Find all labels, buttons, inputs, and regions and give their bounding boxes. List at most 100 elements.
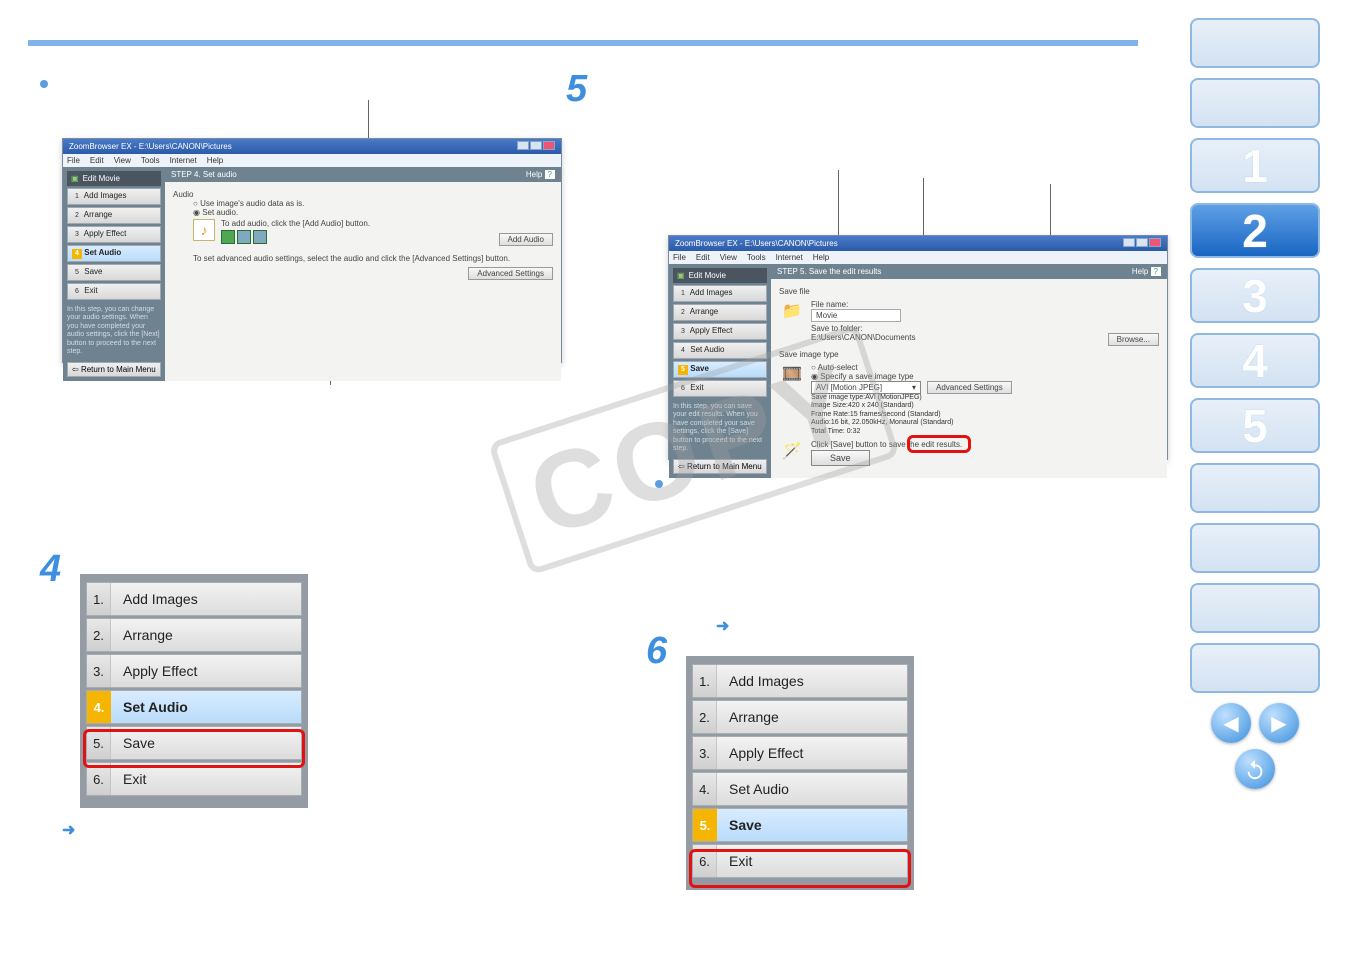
- sm6-exit[interactable]: 6.Exit: [692, 844, 908, 878]
- menu-file[interactable]: File: [67, 156, 80, 165]
- nav-blank-3[interactable]: [1190, 463, 1320, 513]
- sm4-arrange[interactable]: 2.Arrange: [86, 618, 302, 652]
- sm4-save[interactable]: 5.Save: [86, 726, 302, 760]
- save-advanced-button[interactable]: Advanced Settings: [927, 381, 1012, 394]
- win1-sidebar: ▣Edit Movie 1 Add Images 2 Arrange 3 App…: [63, 167, 165, 381]
- menu2-file[interactable]: File: [673, 253, 686, 262]
- nav-blank-2[interactable]: [1190, 78, 1320, 128]
- browse-button[interactable]: Browse...: [1108, 333, 1159, 346]
- nav-blank-5[interactable]: [1190, 583, 1320, 633]
- win1-menubar: File Edit View Tools Internet Help: [63, 154, 561, 167]
- sm4-apply-effect[interactable]: 3.Apply Effect: [86, 654, 302, 688]
- menu-help[interactable]: Help: [207, 156, 223, 165]
- win2-menubar: File Edit View Tools Internet Help: [669, 251, 1167, 264]
- radio-set-audio[interactable]: ◉ Set audio.: [193, 208, 553, 217]
- bullet-2: [655, 480, 663, 488]
- music-note-icon: ♪: [193, 219, 215, 241]
- filename-label: File name:: [811, 300, 848, 309]
- w2-step-1[interactable]: 1 Add Images: [673, 285, 767, 302]
- menu2-edit[interactable]: Edit: [696, 253, 710, 262]
- menu2-help[interactable]: Help: [813, 253, 829, 262]
- arrow-step5: ➜: [716, 616, 729, 636]
- add-audio-note: To add audio, click the [Add Audio] butt…: [221, 219, 493, 228]
- sm6-set-audio[interactable]: 4.Set Audio: [692, 772, 908, 806]
- win2-title: ZoomBrowser EX - E:\Users\CANON\Pictures: [675, 239, 838, 248]
- step-number-6: 6: [646, 630, 667, 673]
- folder-icon: 📁: [779, 300, 805, 322]
- menu-tools[interactable]: Tools: [141, 156, 160, 165]
- w1-step-3[interactable]: 3 Apply Effect: [67, 226, 161, 243]
- save-button[interactable]: Save: [811, 450, 870, 466]
- menu2-view[interactable]: View: [720, 253, 737, 262]
- filename-input[interactable]: Movie: [811, 309, 901, 322]
- film-icon: 🎞️: [779, 363, 805, 385]
- win1-content: STEP 4. Set audioHelp ? Audio ○ Use imag…: [165, 167, 561, 381]
- save-type-dropdown[interactable]: AVI [Motion JPEG]▾: [811, 381, 921, 394]
- right-nav: 1 2 3 4 5 ◀ ▶: [1190, 18, 1320, 789]
- nav-blank-6[interactable]: [1190, 643, 1320, 693]
- sm6-arrange[interactable]: 2.Arrange: [692, 700, 908, 734]
- menu2-internet[interactable]: Internet: [776, 253, 803, 262]
- w1-return[interactable]: ⇦ Return to Main Menu: [67, 362, 161, 377]
- menu2-tools[interactable]: Tools: [747, 253, 766, 262]
- w2-return[interactable]: ⇦ Return to Main Menu: [673, 459, 767, 474]
- back-button[interactable]: [1235, 749, 1275, 789]
- w2-step-6[interactable]: 6 Exit: [673, 380, 767, 397]
- radio-keep-audio[interactable]: ○ Use image's audio data as is.: [193, 199, 553, 208]
- radio-specify[interactable]: ◉ Specify a save image type: [811, 372, 1159, 381]
- w2-step-5[interactable]: 5 Save: [673, 361, 767, 378]
- sm4-add-images[interactable]: 1.Add Images: [86, 582, 302, 616]
- win2-side-header: ▣Edit Movie: [673, 268, 767, 283]
- w1-side-text: In this step, you can change your audio …: [67, 306, 161, 356]
- sm4-exit[interactable]: 6.Exit: [86, 762, 302, 796]
- win1-side-header: ▣Edit Movie: [67, 171, 161, 186]
- w1-step-5[interactable]: 5 Save: [67, 264, 161, 281]
- w2-step-2[interactable]: 2 Arrange: [673, 304, 767, 321]
- w1-step-1[interactable]: 1 Add Images: [67, 188, 161, 205]
- prev-page-button[interactable]: ◀: [1211, 703, 1251, 743]
- nav-chapter-1[interactable]: 1: [1190, 138, 1320, 193]
- w2-step-3[interactable]: 3 Apply Effect: [673, 323, 767, 340]
- audio-stop-icon[interactable]: [237, 230, 251, 244]
- sm6-add-images[interactable]: 1.Add Images: [692, 664, 908, 698]
- save-type-section: Save image type: [779, 350, 1159, 359]
- audio-play-icon[interactable]: [221, 230, 235, 244]
- step-number-4: 4: [40, 548, 61, 591]
- screenshot-set-audio: ZoomBrowser EX - E:\Users\CANON\Pictures…: [62, 138, 562, 363]
- next-page-button[interactable]: ▶: [1259, 703, 1299, 743]
- step-number-5: 5: [566, 68, 587, 111]
- nav-chapter-3[interactable]: 3: [1190, 268, 1320, 323]
- w1-step-6[interactable]: 6 Exit: [67, 283, 161, 300]
- audio-pause-icon[interactable]: [253, 230, 267, 244]
- menu-internet[interactable]: Internet: [170, 156, 197, 165]
- win1-title: ZoomBrowser EX - E:\Users\CANON\Pictures: [69, 142, 232, 151]
- save-info: Save image type:AVI (MotionJPEG) Image S…: [811, 394, 1159, 436]
- bullet-1: [40, 80, 48, 88]
- sm6-save[interactable]: 5.Save: [692, 808, 908, 842]
- sm6-apply-effect[interactable]: 3.Apply Effect: [692, 736, 908, 770]
- w2-step-4[interactable]: 4 Set Audio: [673, 342, 767, 359]
- menu-view[interactable]: View: [114, 156, 131, 165]
- top-rule: [28, 40, 1138, 46]
- nav-chapter-5[interactable]: 5: [1190, 398, 1320, 453]
- step6-menu: 1.Add Images 2.Arrange 3.Apply Effect 4.…: [686, 656, 914, 890]
- w1-step-4[interactable]: 4 Set Audio: [67, 245, 161, 262]
- sm4-set-audio[interactable]: 4.Set Audio: [86, 690, 302, 724]
- win2-stepbar: STEP 5. Save the edit resultsHelp ?: [771, 264, 1167, 279]
- menu-edit[interactable]: Edit: [90, 156, 104, 165]
- radio-auto[interactable]: ○ Auto-select: [811, 363, 1159, 372]
- nav-chapter-4[interactable]: 4: [1190, 333, 1320, 388]
- win2-content: STEP 5. Save the edit resultsHelp ? Save…: [771, 264, 1167, 478]
- save-file-section: Save file: [779, 287, 1159, 296]
- nav-blank-4[interactable]: [1190, 523, 1320, 573]
- win2-controls: [1122, 238, 1161, 249]
- win2-titlebar: ZoomBrowser EX - E:\Users\CANON\Pictures: [669, 236, 1167, 251]
- w1-step-2[interactable]: 2 Arrange: [67, 207, 161, 224]
- nav-blank-1[interactable]: [1190, 18, 1320, 68]
- nav-chapter-2[interactable]: 2: [1190, 203, 1320, 258]
- win2-sidebar: ▣Edit Movie 1 Add Images 2 Arrange 3 App…: [669, 264, 771, 478]
- add-audio-button[interactable]: Add Audio: [499, 233, 553, 246]
- win1-controls: [516, 141, 555, 152]
- advanced-settings-button[interactable]: Advanced Settings: [468, 267, 553, 280]
- click-save-note: Click [Save] button to save the edit res…: [811, 440, 1159, 449]
